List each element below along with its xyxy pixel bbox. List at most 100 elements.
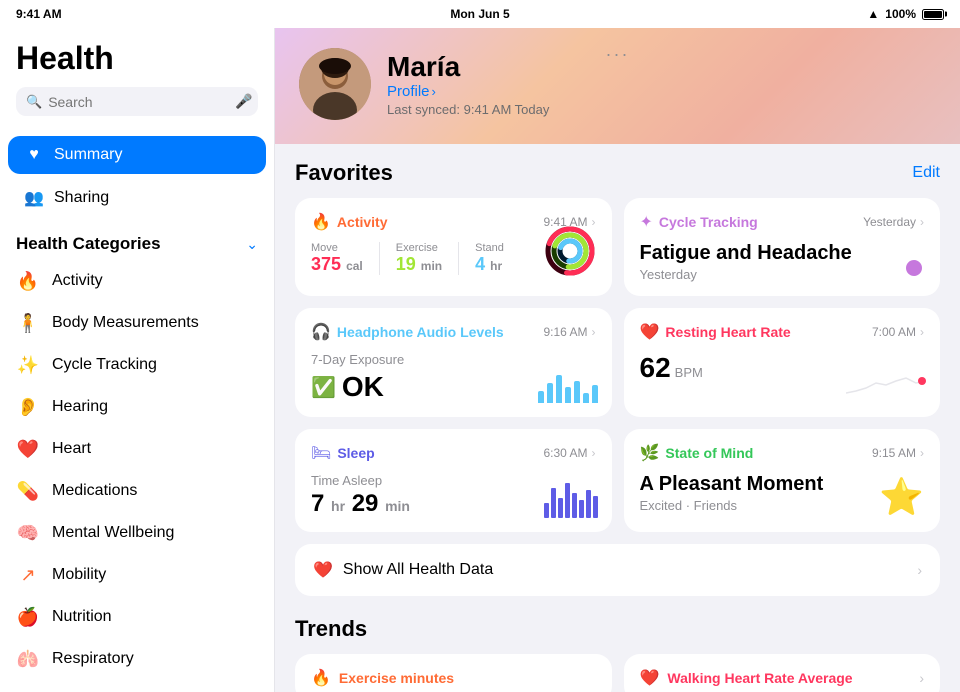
cycle-symptom: Fatigue and Headache (640, 242, 925, 265)
mindstate-chevron-icon: › (920, 446, 924, 460)
bpm-unit: BPM (675, 365, 703, 380)
sidebar-item-hearing[interactable]: 👂 Hearing (0, 386, 274, 428)
activity-rings (544, 225, 596, 282)
wifi-icon: ▲ (867, 7, 879, 21)
activity-card-icon: 🔥 (311, 212, 331, 232)
sleep-bar-8 (593, 496, 598, 518)
sleep-card[interactable]: 🛏 Sleep 6:30 AM › Time Asleep 7 hr 2 (295, 429, 612, 532)
trend-heart-label: Walking Heart Rate Average (667, 670, 852, 686)
search-bar[interactable]: 🔍 🎤 (16, 87, 258, 116)
battery-icon (922, 9, 944, 20)
sidebar-item-medications[interactable]: 💊 Medications (0, 470, 274, 512)
category-label-hearing: Hearing (52, 398, 108, 416)
sidebar-label-sharing: Sharing (54, 189, 109, 207)
bar-4 (565, 387, 571, 403)
headphone-card[interactable]: 🎧 Headphone Audio Levels 9:16 AM › 7-Day… (295, 308, 612, 417)
cycle-card[interactable]: ✦ Cycle Tracking Yesterday › Fatigue and… (624, 198, 941, 296)
sleep-time-display: 6:30 AM › (543, 446, 595, 460)
avatar (299, 48, 371, 120)
trend-exercise-card[interactable]: 🔥 Exercise minutes (295, 654, 612, 692)
app-title: Health (16, 40, 258, 77)
sleep-card-icon: 🛏 (311, 443, 331, 463)
battery-percent: 100% (885, 7, 916, 21)
category-label-body: Body Measurements (52, 314, 199, 332)
sidebar-item-cycle[interactable]: ✨ Cycle Tracking (0, 344, 274, 386)
headphone-card-title: Headphone Audio Levels (337, 324, 504, 340)
sidebar-item-nutrition[interactable]: 🍎 Nutrition (0, 596, 274, 638)
edit-button[interactable]: Edit (912, 164, 940, 182)
move-stat: Move 375 cal (311, 242, 363, 275)
sleep-bar-1 (544, 503, 549, 518)
headphone-time: 9:16 AM › (543, 325, 595, 339)
headphone-bar-chart (538, 363, 598, 403)
stand-stat: Stand 4 hr (475, 242, 504, 275)
status-indicators: ▲ 100% (867, 7, 944, 21)
sidebar-item-heart[interactable]: ❤️ Heart (0, 428, 274, 470)
sidebar-item-sleep[interactable]: 🛏 Sleep (0, 680, 274, 692)
medications-icon: 💊 (16, 479, 40, 503)
search-icon: 🔍 (26, 94, 42, 110)
mic-icon[interactable]: 🎤 (235, 93, 252, 110)
cycle-title-row: ✦ Cycle Tracking (640, 212, 758, 232)
profile-link[interactable]: Profile › (387, 83, 936, 100)
activity-card[interactable]: 🔥 Activity 9:41 AM › Move 375 (295, 198, 612, 296)
heart-rate-chart (846, 363, 926, 403)
search-input[interactable] (48, 94, 229, 110)
sleep-bar-2 (551, 488, 556, 518)
heart-rate-card[interactable]: ❤️ Resting Heart Rate 7:00 AM › 62 BPM (624, 308, 941, 417)
profile-header: ··· María Profile › Last synced: 9:41 AM (275, 28, 960, 144)
sidebar-item-activity[interactable]: 🔥 Activity (0, 260, 274, 302)
body-icon: 🧍 (16, 311, 40, 335)
headphone-chevron-icon: › (592, 325, 596, 339)
cycle-card-title: Cycle Tracking (659, 214, 758, 230)
heart-fill-icon: ♥ (24, 146, 44, 164)
sidebar-item-sharing[interactable]: 👥 Sharing (8, 178, 266, 218)
trends-title: Trends (295, 616, 940, 642)
category-label-medications: Medications (52, 482, 137, 500)
sharing-icon: 👥 (24, 188, 44, 208)
category-label-nutrition: Nutrition (52, 608, 112, 626)
favorites-header: Favorites Edit (295, 160, 940, 186)
sidebar-item-respiratory[interactable]: 🫁 Respiratory (0, 638, 274, 680)
bar-5 (574, 381, 580, 403)
sidebar-item-mental[interactable]: 🧠 Mental Wellbeing (0, 512, 274, 554)
status-bar: 9:41 AM Mon Jun 5 ▲ 100% (0, 0, 960, 28)
category-label-mental: Mental Wellbeing (52, 524, 174, 542)
more-dots[interactable]: ··· (606, 44, 630, 65)
state-of-mind-card[interactable]: 🌿 State of Mind 9:15 AM › A Pleasant Mom… (624, 429, 941, 532)
trend-heart-card[interactable]: ❤️ Walking Heart Rate Average › (624, 654, 941, 692)
status-time: 9:41 AM (16, 7, 62, 21)
favorites-title: Favorites (295, 160, 393, 186)
trend-heart-icon: ❤️ (640, 668, 660, 688)
sidebar-item-summary[interactable]: ♥ Summary (8, 136, 266, 174)
categories-title: Health Categories (16, 234, 161, 254)
ear-icon: 👂 (16, 395, 40, 419)
sleep-card-header: 🛏 Sleep 6:30 AM › (311, 443, 596, 463)
main-content: ··· María Profile › Last synced: 9:41 AM (275, 28, 960, 692)
categories-section-header: Health Categories ⌄ (0, 220, 274, 260)
exercise-label: Exercise (396, 242, 442, 254)
activity-title-row: 🔥 Activity (311, 212, 388, 232)
check-icon: ✅ (311, 375, 336, 400)
move-label: Move (311, 242, 363, 254)
sleep-bar-5 (572, 493, 577, 518)
profile-sync: Last synced: 9:41 AM Today (387, 102, 936, 117)
mental-icon: 🧠 (16, 521, 40, 545)
category-label-cycle: Cycle Tracking (52, 356, 157, 374)
sleep-bar-6 (579, 500, 584, 518)
category-label-heart: Heart (52, 440, 91, 458)
cycle-date: Yesterday (640, 267, 925, 282)
chevron-down-icon[interactable]: ⌄ (246, 236, 258, 253)
category-label-activity: Activity (52, 272, 103, 290)
category-label-respiratory: Respiratory (52, 650, 134, 668)
sleep-bar-4 (565, 483, 570, 518)
profile-info: María Profile › Last synced: 9:41 AM Tod… (387, 51, 936, 117)
show-all-card[interactable]: ❤️ Show All Health Data › (295, 544, 940, 596)
sidebar-item-body[interactable]: 🧍 Body Measurements (0, 302, 274, 344)
bar-1 (538, 391, 544, 403)
heart-chevron-icon: › (920, 325, 924, 339)
exercise-stat: Exercise 19 min (396, 242, 442, 275)
trend-activity-icon: 🔥 (311, 668, 331, 688)
sleep-chevron-icon: › (592, 446, 596, 460)
sidebar-item-mobility[interactable]: ↗ Mobility (0, 554, 274, 596)
